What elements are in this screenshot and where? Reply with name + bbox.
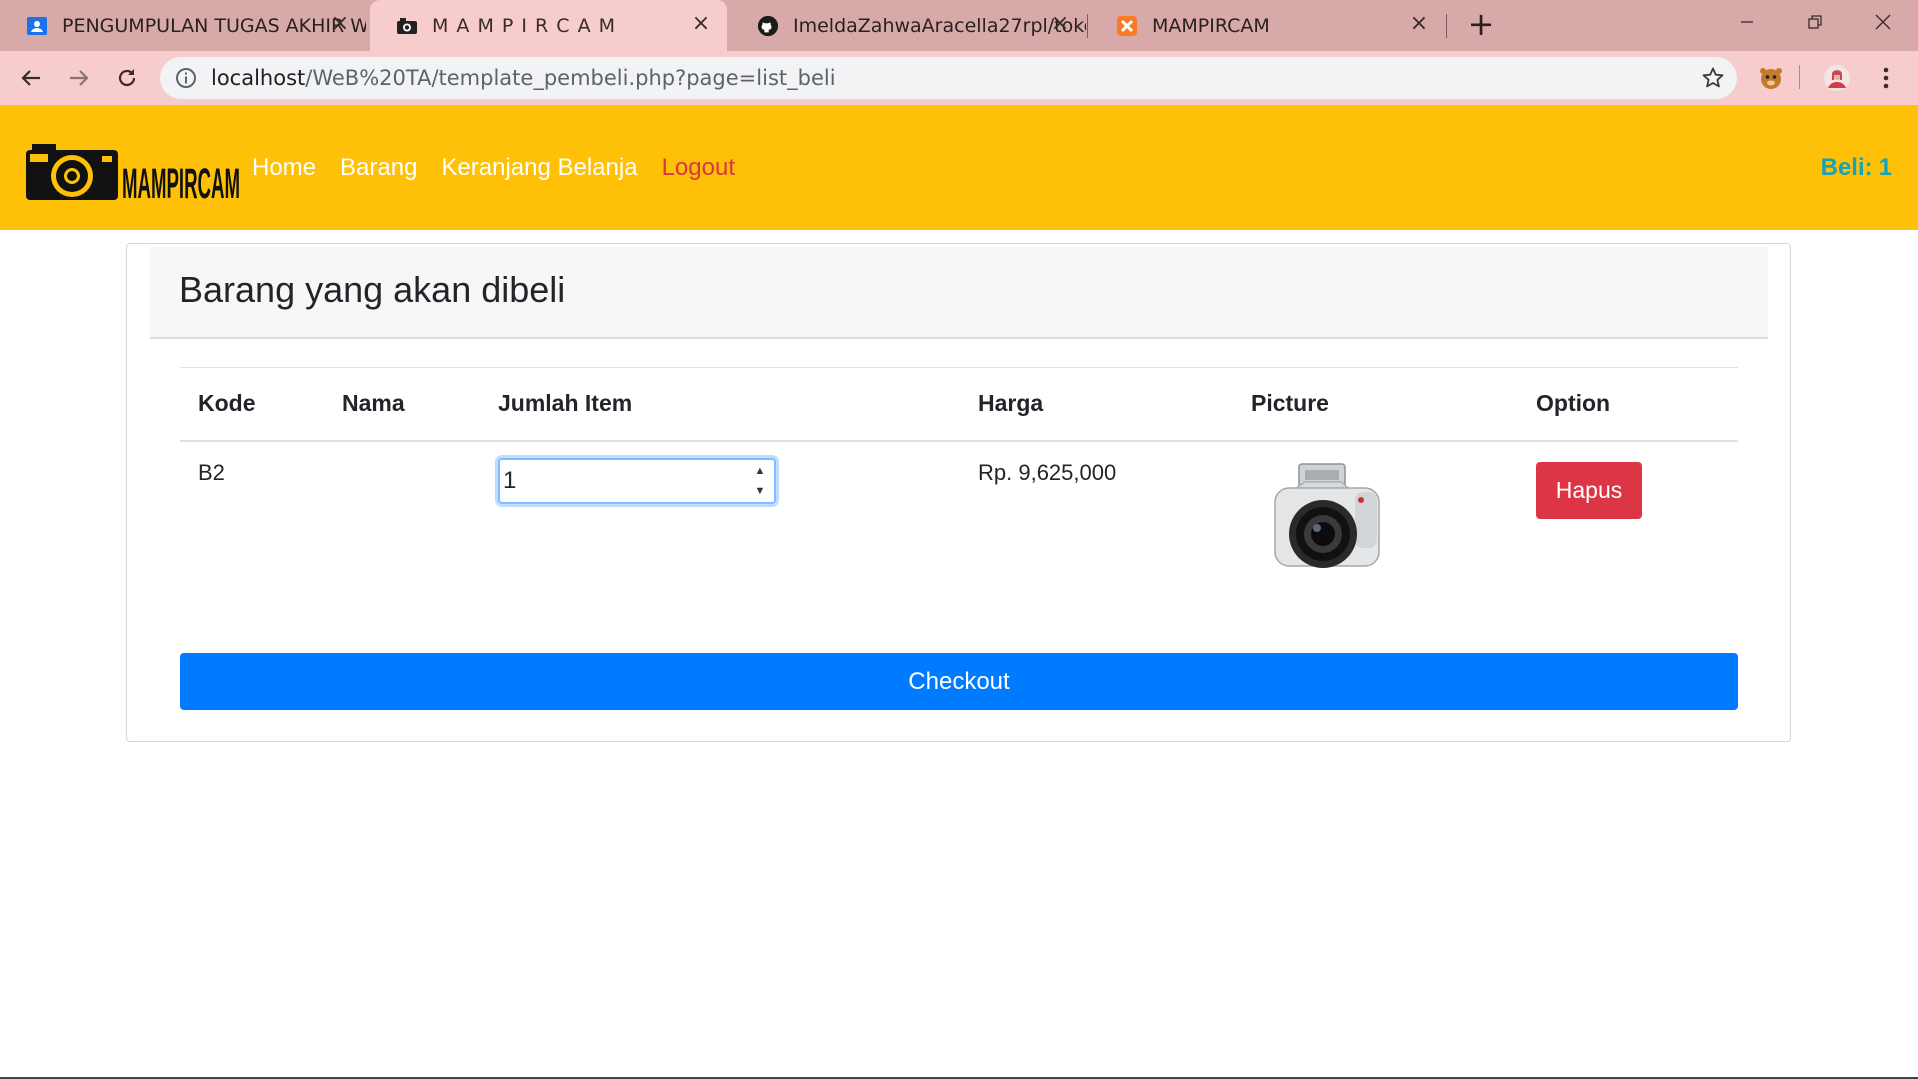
tab-xampp[interactable]: MAMPIRCAM ×: [1090, 0, 1445, 51]
xampp-icon: [1116, 15, 1138, 37]
nav-links: Home Barang Keranjang Belanja Logout: [252, 105, 759, 230]
column-header-harga: Harga: [960, 367, 1233, 442]
restore-icon[interactable]: [1782, 0, 1848, 44]
minimize-icon[interactable]: [1714, 0, 1780, 44]
tab-mampircam-active[interactable]: M A M P I R C A M ×: [370, 0, 727, 51]
cell-kode: B2: [198, 459, 225, 485]
toolbar-separator: [1799, 65, 1800, 89]
forward-arrow-icon[interactable]: [61, 60, 97, 96]
tab-separator: [1446, 14, 1447, 38]
spin-up-icon[interactable]: ▲: [755, 464, 766, 478]
table-header-row: Kode Nama Jumlah Item Harga Picture Opti…: [180, 367, 1738, 442]
spin-down-icon[interactable]: ▼: [755, 484, 766, 498]
product-camera-image: [1271, 456, 1518, 590]
url-path: /WeB%20TA/template_pembeli.php?page=list…: [305, 66, 836, 90]
close-window-icon[interactable]: [1850, 0, 1916, 44]
address-bar[interactable]: localhost/WeB%20TA/template_pembeli.php?…: [160, 57, 1737, 99]
cart-card: Barang yang akan dibeli Kode Nama Jumlah…: [126, 243, 1791, 742]
column-header-jumlah: Jumlah Item: [480, 367, 960, 442]
url-text: localhost/WeB%20TA/template_pembeli.php?…: [211, 57, 836, 99]
cart-table: Kode Nama Jumlah Item Harga Picture Opti…: [180, 367, 1738, 615]
classroom-icon: [26, 15, 48, 37]
new-tab-plus-icon[interactable]: +: [1464, 8, 1498, 42]
site-navbar: MAMPIRCAM Home Barang Keranjang Belanja …: [0, 105, 1918, 230]
browser-tab-strip: PENGUMPULAN TUGAS AKHIR W × M A M P I R …: [0, 0, 1918, 51]
cell-jumlah: ▲ ▼: [480, 441, 960, 615]
quantity-stepper[interactable]: ▲ ▼: [498, 457, 776, 504]
camera-icon: [396, 15, 418, 37]
card-header: Barang yang akan dibeli: [150, 247, 1768, 339]
tab-github[interactable]: ImeldaZahwaAracella27rpl/tokoo ×: [731, 0, 1086, 51]
tab-title: PENGUMPULAN TUGAS AKHIR W: [62, 14, 366, 37]
cell-nama: [324, 441, 480, 615]
tab-title: MAMPIRCAM: [1152, 14, 1270, 37]
brand-logo[interactable]: MAMPIRCAM: [26, 140, 242, 208]
back-arrow-icon[interactable]: [13, 60, 49, 96]
close-icon[interactable]: ×: [328, 12, 352, 36]
nav-link-keranjang[interactable]: Keranjang Belanja: [441, 154, 637, 182]
cell-harga: Rp. 9,625,000: [978, 459, 1117, 485]
github-icon: [757, 15, 779, 37]
cart-count: 1: [1878, 154, 1892, 181]
delete-button[interactable]: Hapus: [1536, 461, 1642, 519]
tab-title: ImeldaZahwaAracella27rpl/tokoo: [793, 14, 1086, 37]
profile-avatar-icon[interactable]: [1822, 63, 1852, 93]
nav-link-barang[interactable]: Barang: [340, 154, 417, 182]
column-header-kode: Kode: [180, 367, 324, 442]
column-header-picture: Picture: [1233, 367, 1518, 442]
browser-toolbar: localhost/WeB%20TA/template_pembeli.php?…: [0, 51, 1918, 105]
column-header-option: Option: [1518, 367, 1738, 442]
brand-text: MAMPIRCAM: [122, 160, 240, 204]
info-icon[interactable]: [174, 66, 198, 90]
close-icon[interactable]: ×: [689, 12, 713, 36]
table-row: B2 ▲ ▼ Rp. 9,625,000: [180, 441, 1738, 615]
column-header-nama: Nama: [324, 367, 480, 442]
page-title: Barang yang akan dibeli: [179, 269, 566, 310]
checkout-button[interactable]: Checkout: [180, 653, 1738, 710]
tab-pengumpulan[interactable]: PENGUMPULAN TUGAS AKHIR W ×: [0, 0, 366, 51]
cart-label: Beli:: [1820, 154, 1873, 181]
cell-option: Hapus: [1518, 441, 1738, 615]
camera-logo-icon: [26, 144, 118, 200]
cell-picture: [1233, 441, 1518, 615]
nav-link-logout[interactable]: Logout: [662, 154, 735, 182]
reload-icon[interactable]: [109, 60, 145, 96]
close-icon[interactable]: ×: [1048, 12, 1072, 36]
extension-icon[interactable]: [1756, 63, 1786, 93]
bookmark-star-icon[interactable]: [1701, 66, 1725, 90]
nav-link-home[interactable]: Home: [252, 154, 316, 182]
close-icon[interactable]: ×: [1407, 12, 1431, 36]
quantity-input[interactable]: [500, 459, 740, 502]
tab-separator: [1087, 14, 1088, 38]
tab-title: M A M P I R C A M: [432, 14, 617, 37]
spinner-buttons[interactable]: ▲ ▼: [750, 464, 770, 498]
url-host: localhost: [211, 66, 306, 90]
cart-counter[interactable]: Beli: 1: [1821, 105, 1892, 230]
menu-kebab-icon[interactable]: [1871, 63, 1901, 93]
